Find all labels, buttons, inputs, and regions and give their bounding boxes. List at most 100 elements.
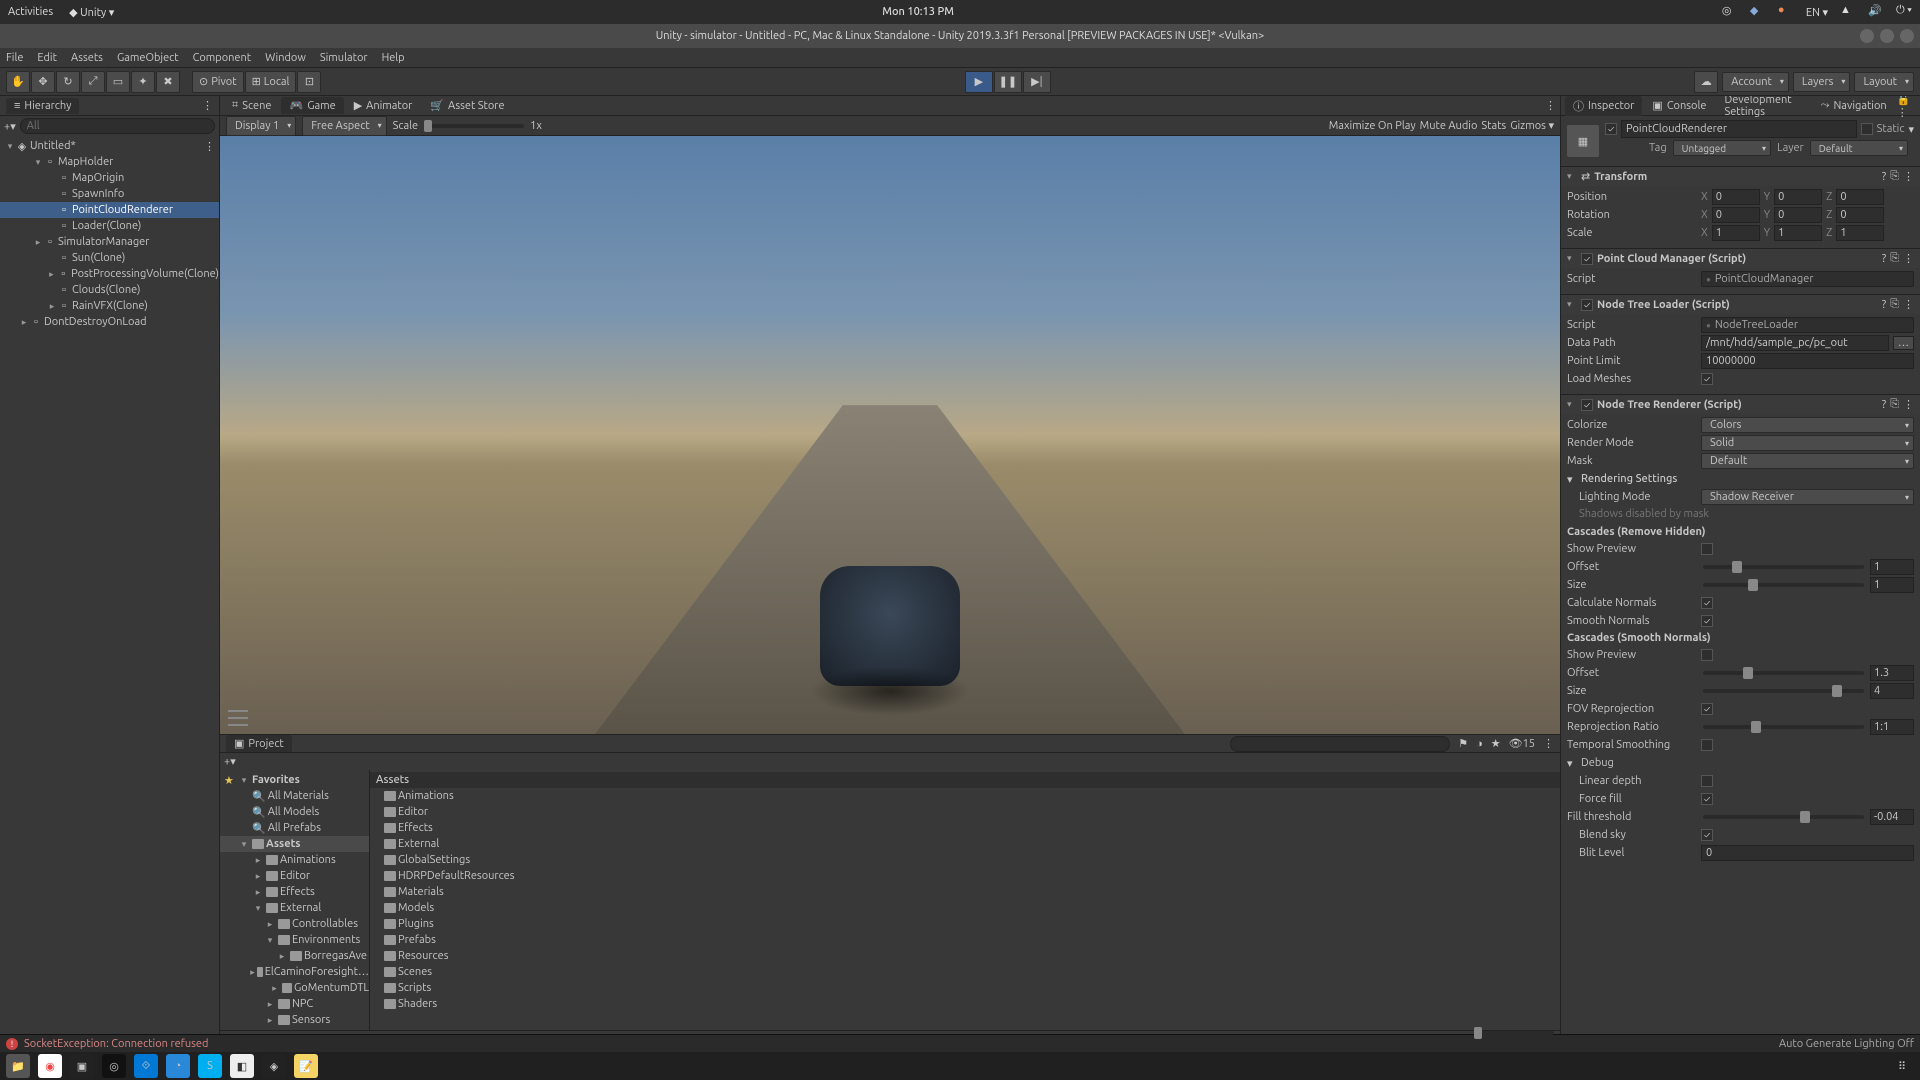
scene-root[interactable]: ▾◈Untitled*⋮ [0, 138, 219, 154]
layout-dropdown[interactable]: Layout [1854, 72, 1914, 92]
obs-icon[interactable]: ◎ [102, 1054, 126, 1078]
rot-y[interactable] [1774, 207, 1822, 223]
hierarchy-menu-icon[interactable]: ⋮ [202, 99, 213, 112]
fill-threshold-val[interactable] [1870, 809, 1914, 825]
menu-file[interactable]: File [6, 52, 23, 64]
assets-root[interactable]: ▾Assets [220, 836, 369, 852]
maximize-button[interactable] [1880, 29, 1894, 43]
play-button[interactable]: ▶ [965, 71, 993, 93]
show-preview-2[interactable] [1701, 649, 1713, 661]
project-list-item[interactable]: Effects [370, 820, 1560, 836]
offset-slider-1[interactable] [1703, 565, 1864, 569]
menu-assets[interactable]: Assets [71, 52, 103, 64]
chrome-icon[interactable]: ◉ [38, 1054, 62, 1078]
stats-toggle[interactable]: Stats [1481, 120, 1506, 132]
blend-sky-checkbox[interactable] [1701, 829, 1713, 841]
menu-component[interactable]: Component [193, 52, 252, 64]
status-error[interactable]: SocketException: Connection refused [24, 1038, 208, 1050]
notes-icon[interactable]: 📝 [294, 1054, 318, 1078]
reproj-slider[interactable] [1703, 725, 1864, 729]
help-icon[interactable]: ? [1882, 399, 1886, 411]
minimize-button[interactable] [1860, 29, 1874, 43]
ntl-script-field[interactable]: NodeTreeLoader [1701, 317, 1914, 333]
app2-icon[interactable]: ◧ [230, 1054, 254, 1078]
project-list-item[interactable]: Models [370, 900, 1560, 916]
project-grid-slider[interactable] [1474, 1031, 1554, 1035]
fov-reproj-checkbox[interactable] [1701, 703, 1713, 715]
project-create[interactable]: +▾ [224, 755, 236, 768]
reproj-val[interactable] [1870, 719, 1914, 735]
project-tree-item[interactable]: ▸Sensors [220, 1012, 369, 1028]
rot-z[interactable] [1836, 207, 1884, 223]
pos-z[interactable] [1836, 189, 1884, 205]
layer-dropdown[interactable]: Default [1810, 140, 1908, 156]
hierarchy-item[interactable]: ▫PointCloudRenderer [0, 202, 219, 218]
local-toggle[interactable]: ⊞Local [245, 71, 297, 93]
menu-help[interactable]: Help [382, 52, 405, 64]
project-list-item[interactable]: Scripts [370, 980, 1560, 996]
fill-threshold-slider[interactable] [1703, 815, 1864, 819]
hierarchy-item[interactable]: ▸▫RainVFX(Clone) [0, 298, 219, 314]
ntl-enabled[interactable] [1581, 299, 1593, 311]
pivot-toggle[interactable]: ⊙Pivot [192, 71, 244, 93]
project-tree-item[interactable]: ▸ElCaminoForesight… [220, 964, 369, 980]
volume-icon[interactable]: 🔊 [1868, 4, 1884, 20]
vscode-icon[interactable]: ⟐ [134, 1054, 158, 1078]
preset-icon[interactable]: ⎘ [1890, 170, 1899, 183]
favorite-item[interactable]: 🔍All Models [220, 804, 369, 820]
project-list-item[interactable]: External [370, 836, 1560, 852]
step-button[interactable]: ▶| [1023, 71, 1051, 93]
project-tree-item[interactable]: ▸BorregasAve [220, 948, 369, 964]
component-menu-icon[interactable]: ⋮ [1903, 170, 1914, 183]
pause-button[interactable]: ❚❚ [994, 71, 1022, 93]
project-list-item[interactable]: Shaders [370, 996, 1560, 1012]
component-menu-icon[interactable]: ⋮ [1903, 298, 1914, 311]
project-tree-item[interactable]: ▸NPC [220, 996, 369, 1012]
ntl-title[interactable]: Node Tree Loader (Script) [1597, 299, 1878, 311]
project-tree-item[interactable]: ▸Editor [220, 868, 369, 884]
viewport-menu-icon[interactable] [228, 710, 248, 726]
inspector-tab[interactable]: ⓘ Inspector [1565, 96, 1642, 116]
favorite-item[interactable]: 🔍All Prefabs [220, 820, 369, 836]
maximize-on-play[interactable]: Maximize On Play [1329, 120, 1416, 132]
project-tab[interactable]: ▣ Project [226, 735, 292, 752]
transform-title[interactable]: Transform [1594, 171, 1878, 183]
project-list-item[interactable]: Animations [370, 788, 1560, 804]
cloud-button[interactable]: ☁ [1694, 71, 1718, 93]
gizmos-dropdown[interactable]: Gizmos ▾ [1510, 119, 1554, 132]
hierarchy-item[interactable]: ▫Loader(Clone) [0, 218, 219, 234]
aspect-dropdown[interactable]: Free Aspect [302, 116, 386, 136]
move-tool[interactable]: ✥ [31, 71, 55, 93]
scale-x[interactable] [1712, 225, 1760, 241]
preset-icon[interactable]: ⎘ [1890, 252, 1899, 265]
project-tree-item[interactable]: ▸Controllables [220, 916, 369, 932]
skype-icon[interactable]: S [198, 1054, 222, 1078]
animator-tab[interactable]: ▶ Animator [346, 97, 421, 114]
ntr-enabled[interactable] [1581, 399, 1593, 411]
project-tree-item[interactable]: ▾Environments [220, 932, 369, 948]
project-menu-icon[interactable]: ⋮ [1543, 737, 1554, 750]
project-list-item[interactable]: GlobalSettings [370, 852, 1560, 868]
favorites-header[interactable]: ★▾Favorites [220, 772, 369, 788]
account-dropdown[interactable]: Account [1722, 72, 1789, 92]
project-list-item[interactable]: Materials [370, 884, 1560, 900]
transform-tool[interactable]: ✦ [131, 71, 155, 93]
project-tree-item[interactable]: ▾External [220, 900, 369, 916]
project-list-item[interactable]: Editor [370, 804, 1560, 820]
app-icon[interactable]: ◔ [166, 1054, 190, 1078]
tray-icon[interactable]: ◆ [1750, 4, 1766, 20]
rect-tool[interactable]: ▭ [106, 71, 130, 93]
game-tab[interactable]: 🎮 Game [281, 97, 343, 114]
scale-tool[interactable]: ⤢ [81, 71, 105, 93]
help-icon[interactable]: ? [1882, 299, 1886, 311]
help-icon[interactable]: ? [1882, 171, 1886, 183]
dev-settings-tab[interactable]: Development Settings [1716, 96, 1810, 120]
display-dropdown[interactable]: Display 1 [226, 116, 296, 136]
force-fill-checkbox[interactable] [1701, 793, 1713, 805]
active-app[interactable]: ◆ Unity ▾ [69, 6, 114, 19]
menu-gameobject[interactable]: GameObject [117, 52, 179, 64]
console-tab[interactable]: ▣ Console [1644, 97, 1714, 114]
menu-window[interactable]: Window [265, 52, 306, 64]
hierarchy-tab[interactable]: ≡ Hierarchy [6, 98, 79, 114]
ntr-title[interactable]: Node Tree Renderer (Script) [1597, 399, 1878, 411]
